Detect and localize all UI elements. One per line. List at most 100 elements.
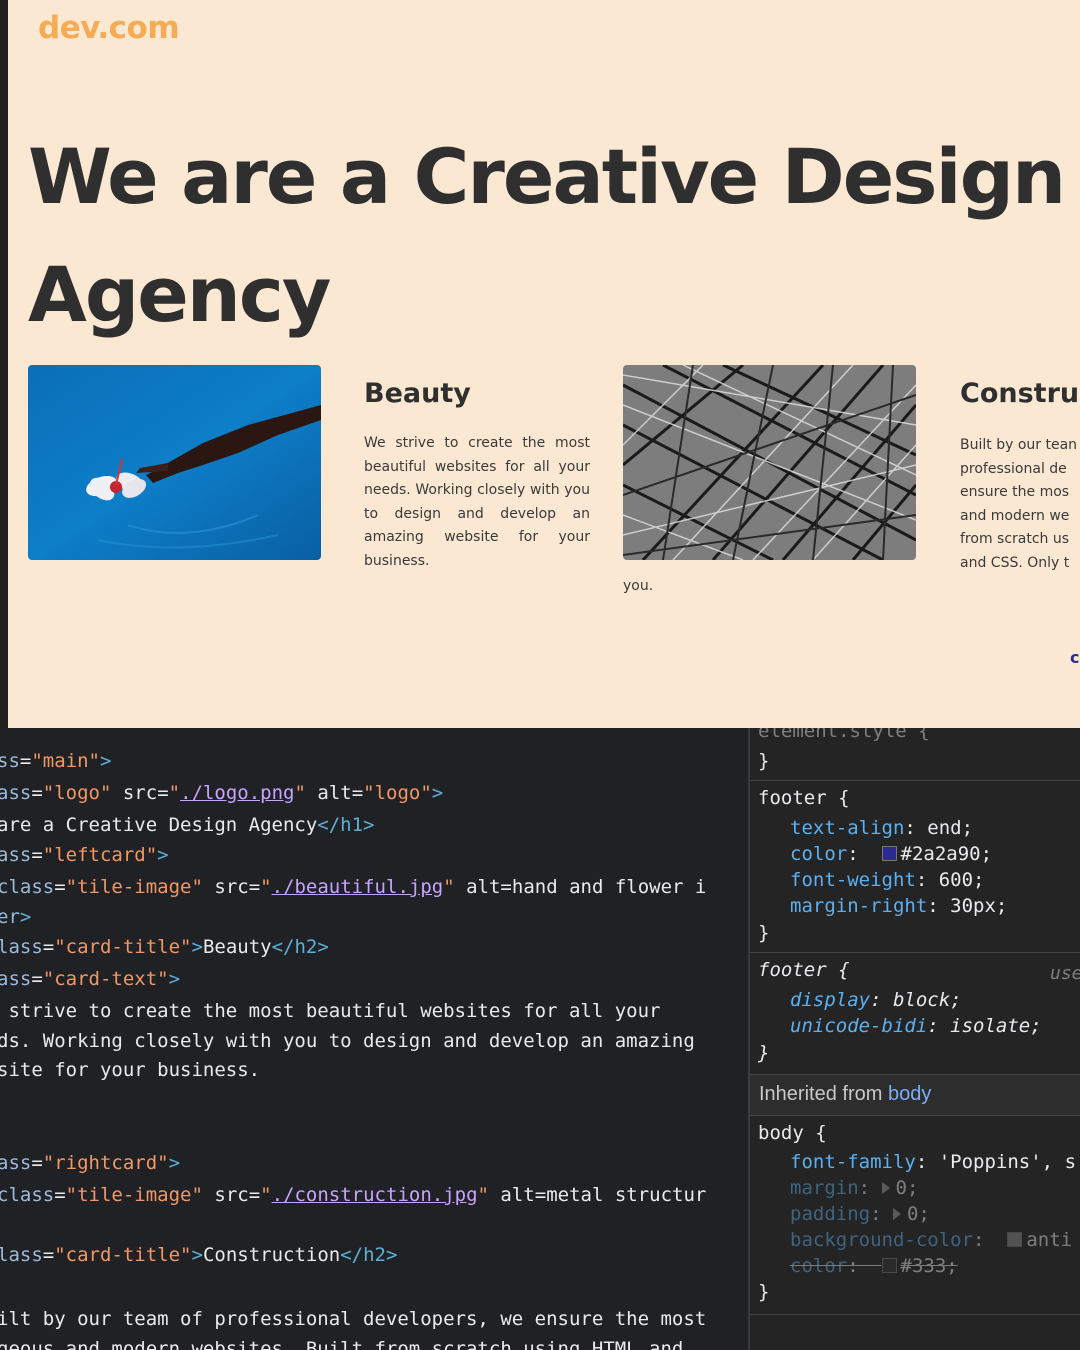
rule-close-brace: } xyxy=(758,750,770,772)
dom-code-line[interactable]: class="tile-image" src="./beautiful.jpg"… xyxy=(0,876,706,898)
inherited-from-header: Inherited from body xyxy=(750,1074,1080,1116)
footer-prop-margin-right[interactable]: margin-right: 30px; xyxy=(790,895,1007,917)
resource-link[interactable]: ./logo.png xyxy=(180,782,294,804)
equals: = xyxy=(157,782,169,804)
attr-name: ass xyxy=(0,1152,32,1174)
dom-code-line[interactable]: lass="card-title">Beauty</h2> xyxy=(0,936,329,958)
text-token: src xyxy=(202,876,249,898)
footer-prop-font-weight[interactable]: font-weight: 600; xyxy=(790,869,985,891)
prop-name: color xyxy=(790,1255,848,1277)
footer-prop-color[interactable]: color: #2a2a90; xyxy=(790,843,992,865)
body-prop-background-color[interactable]: background-color: anti xyxy=(790,1229,1072,1251)
prop-name: padding xyxy=(790,1203,871,1225)
beauty-card-image xyxy=(28,365,321,560)
body-prop-margin[interactable]: margin: 0; xyxy=(790,1177,918,1199)
footer-prop-text-align[interactable]: text-align: end; xyxy=(790,817,973,839)
tag-token: > xyxy=(168,968,181,990)
prop-name: font-family xyxy=(790,1151,916,1173)
prop-value: #2a2a90; xyxy=(900,843,993,865)
tag-token: > xyxy=(19,906,32,928)
dom-code-line[interactable]: are a Creative Design Agency</h1> xyxy=(0,814,375,836)
text-token: metal structur xyxy=(546,1184,707,1206)
rule-close-brace: } xyxy=(758,922,770,944)
text-token: src xyxy=(202,1184,249,1206)
site-logo[interactable]: dev.com xyxy=(38,10,180,46)
text-token: Beauty xyxy=(202,936,272,958)
website-viewport: dev.com We are a Creative Design Agency xyxy=(8,0,1080,728)
dom-code-line[interactable]: ss="main"> xyxy=(0,750,111,772)
prop-name: unicode-bidi xyxy=(790,1015,928,1037)
prop-value: isolate; xyxy=(950,1015,1042,1037)
text-token: Construction xyxy=(202,1244,341,1266)
elements-panel: ss="main"> ass="logo" src="./logo.png" al… xyxy=(0,728,748,1350)
attr-name: class xyxy=(0,1184,55,1206)
dom-code-line[interactable]: er> xyxy=(0,906,31,928)
prop-name: margin-right xyxy=(790,895,928,917)
dom-code-line[interactable]: ds. Working closely with you to design a… xyxy=(0,1030,695,1052)
equals: = xyxy=(31,782,43,804)
prop-value: block; xyxy=(892,989,962,1011)
construction-text-line: Built by our tean xyxy=(960,437,1078,453)
quote: " xyxy=(260,876,272,898)
footer-ua-prop-unicode-bidi: unicode-bidi: isolate; xyxy=(790,1015,1042,1037)
dom-code-line[interactable]: site for your business. xyxy=(0,1059,260,1081)
dom-code-line[interactable]: class="tile-image" src="./construction.j… xyxy=(0,1184,706,1206)
dom-code-line[interactable]: ass="logo" src="./logo.png" alt="logo"> xyxy=(0,782,443,804)
inherited-body-link[interactable]: body xyxy=(888,1083,931,1105)
resource-link[interactable]: ./beautiful.jpg xyxy=(272,876,444,898)
dom-code-line[interactable]: strive to create the most beautiful webs… xyxy=(0,1000,660,1022)
construction-text-line: from scratch us xyxy=(960,531,1070,547)
prop-value: #333; xyxy=(900,1255,958,1277)
dom-code-line[interactable]: geous and modern websites. Built from sc… xyxy=(0,1338,683,1350)
rule-divider xyxy=(750,952,1080,953)
construction-card-image xyxy=(623,365,916,560)
body-prop-font-family[interactable]: font-family: 'Poppins', s xyxy=(790,1151,1076,1173)
equals: = xyxy=(248,876,261,898)
prop-value: end; xyxy=(927,817,974,839)
text-token: strive to create the most beautiful webs… xyxy=(0,1000,661,1022)
element-style-selector[interactable]: element.style { xyxy=(758,728,930,742)
body-rule-selector[interactable]: body { xyxy=(758,1122,827,1144)
dom-code-line[interactable]: ass="card-text"> xyxy=(0,968,180,990)
dom-code-line[interactable]: lass="card-title">Construction</h2> xyxy=(0,1244,397,1266)
footer-rule-selector[interactable]: footer { xyxy=(758,787,850,809)
attr-value-link: "./logo.png" xyxy=(169,782,306,804)
tag-token: > xyxy=(191,936,203,958)
dom-code-line[interactable]: ass="rightcard"> xyxy=(0,1152,180,1174)
text-token: hand and flower i xyxy=(511,876,707,898)
expand-triangle-icon[interactable] xyxy=(881,1182,890,1194)
expand-triangle-icon[interactable] xyxy=(892,1208,901,1220)
page-preview: dev.com We are a Creative Design Agency xyxy=(0,0,1080,728)
text-token: alt xyxy=(488,1184,535,1206)
equals: = xyxy=(31,844,43,866)
construction-text-line: and CSS. Only t xyxy=(960,554,1070,571)
styles-pane: element.style { } footer { text-align: e… xyxy=(748,728,1080,1350)
body-prop-color-overridden[interactable]: color: #333; xyxy=(790,1255,958,1277)
inherited-label: Inherited from xyxy=(759,1083,883,1105)
quote: " xyxy=(443,876,455,898)
attr-name: lass xyxy=(0,936,43,958)
tag-token: > xyxy=(431,782,444,804)
attr-name: class xyxy=(0,876,55,898)
prop-name: margin xyxy=(790,1177,859,1199)
resource-link[interactable]: ./construction.jpg xyxy=(272,1184,478,1206)
body-prop-padding[interactable]: padding: 0; xyxy=(790,1203,930,1225)
construction-text-line: ensure the mos xyxy=(960,484,1070,500)
rule-close-brace: } xyxy=(758,1281,770,1303)
dom-code-line[interactable]: ass="leftcard"> xyxy=(0,844,169,866)
equals: = xyxy=(54,876,66,898)
attr-name: lass xyxy=(0,1244,43,1266)
footer-ua-rule-selector[interactable]: footer { xyxy=(758,959,850,981)
equals: = xyxy=(351,782,364,804)
prop-name: font-weight xyxy=(790,869,916,891)
equals: = xyxy=(42,1244,55,1266)
color-swatch[interactable] xyxy=(1007,1232,1023,1247)
prop-value: 0; xyxy=(906,1203,930,1225)
dom-code-line[interactable]: ilt by our team of professional develope… xyxy=(0,1308,706,1330)
text-token: ds. Working closely with you to design a… xyxy=(0,1030,695,1052)
quote: " xyxy=(168,782,181,804)
text-token: are a Creative Design Agency xyxy=(0,814,318,836)
attr-value: "logo" xyxy=(42,782,112,804)
color-swatch[interactable] xyxy=(881,846,897,861)
color-swatch[interactable] xyxy=(881,1258,897,1273)
